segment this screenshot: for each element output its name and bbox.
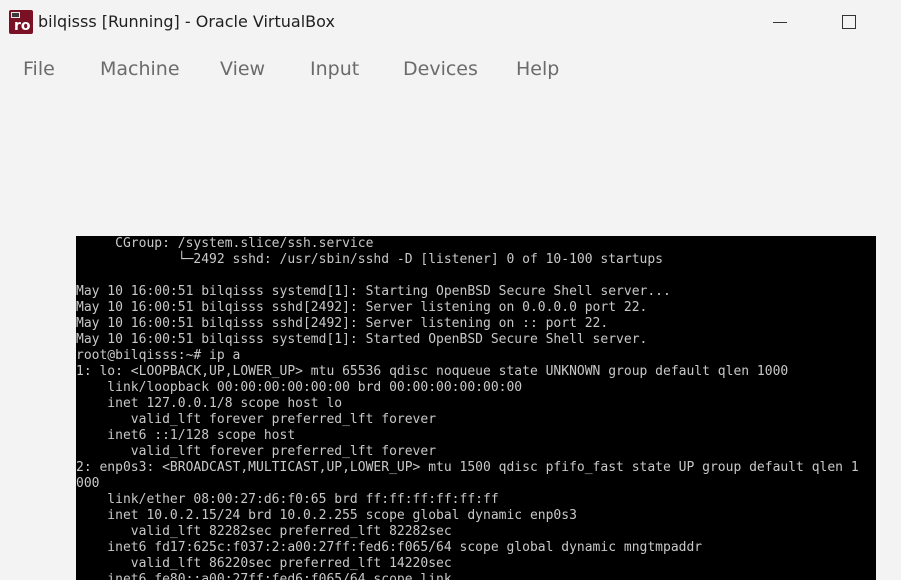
terminal-line: CGroup: /system.slice/ssh.service [76, 236, 374, 251]
terminal-line: valid_lft forever preferred_lft forever [76, 412, 437, 427]
terminal-line: inet 10.0.2.15/24 brd 10.0.2.255 scope g… [76, 508, 577, 523]
menu-bar: File Machine View Input Devices Help [0, 46, 901, 92]
terminal-line: valid_lft 86220sec preferred_lft 14220se… [76, 556, 452, 571]
menu-machine[interactable]: Machine [100, 58, 180, 80]
menu-devices[interactable]: Devices [403, 58, 478, 80]
terminal-line: 000 [76, 476, 100, 491]
terminal-line: 1: lo: <LOOPBACK,UP,LOWER_UP> mtu 65536 … [76, 364, 789, 379]
maximize-icon [842, 15, 856, 29]
title-bar: ro bilqisss [Running] - Oracle VirtualBo… [0, 0, 901, 44]
terminal-line: link/ether 08:00:27:d6:f0:65 brd ff:ff:f… [76, 492, 499, 507]
terminal-line: inet6 fe80::a00:27ff:fed6:f065/64 scope … [76, 572, 452, 580]
terminal-line: May 10 16:00:51 bilqisss systemd[1]: Sta… [76, 284, 671, 299]
terminal-line: May 10 16:00:51 bilqisss sshd[2492]: Ser… [76, 300, 648, 315]
terminal-line: inet6 ::1/128 scope host [76, 428, 296, 443]
window-title: bilqisss [Running] - Oracle VirtualBox [38, 12, 335, 31]
virtualbox-window: ro bilqisss [Running] - Oracle VirtualBo… [0, 0, 901, 580]
terminal-line: May 10 16:00:51 bilqisss sshd[2492]: Ser… [76, 316, 609, 331]
terminal-line: inet6 fd17:625c:f037:2:a00:27ff:fed6:f06… [76, 540, 703, 555]
terminal-line: valid_lft forever preferred_lft forever [76, 444, 437, 459]
menu-file[interactable]: File [23, 58, 55, 80]
terminal-line: └─2492 sshd: /usr/sbin/sshd -D [listener… [76, 252, 663, 267]
minimize-icon [773, 22, 787, 23]
terminal-output: CGroup: /system.slice/ssh.service └─2492… [76, 236, 876, 580]
maximize-button[interactable] [826, 0, 872, 44]
menu-view[interactable]: View [220, 58, 265, 80]
vm-display[interactable]: CGroup: /system.slice/ssh.service └─2492… [76, 236, 876, 580]
svg-text:ro: ro [14, 18, 31, 34]
terminal-prompt-line: root@bilqisss:~# ip a [76, 348, 241, 363]
menu-help[interactable]: Help [516, 58, 559, 80]
virtualbox-icon: ro [9, 10, 33, 34]
terminal-line: inet 127.0.0.1/8 scope host lo [76, 396, 343, 411]
terminal-line: link/loopback 00:00:00:00:00:00 brd 00:0… [76, 380, 523, 395]
minimize-button[interactable] [757, 0, 803, 44]
terminal-line: May 10 16:00:51 bilqisss systemd[1]: Sta… [76, 332, 648, 347]
terminal-line: 2: enp0s3: <BROADCAST,MULTICAST,UP,LOWER… [76, 460, 859, 475]
terminal-line: valid_lft 82282sec preferred_lft 82282se… [76, 524, 452, 539]
menu-input[interactable]: Input [310, 58, 359, 80]
